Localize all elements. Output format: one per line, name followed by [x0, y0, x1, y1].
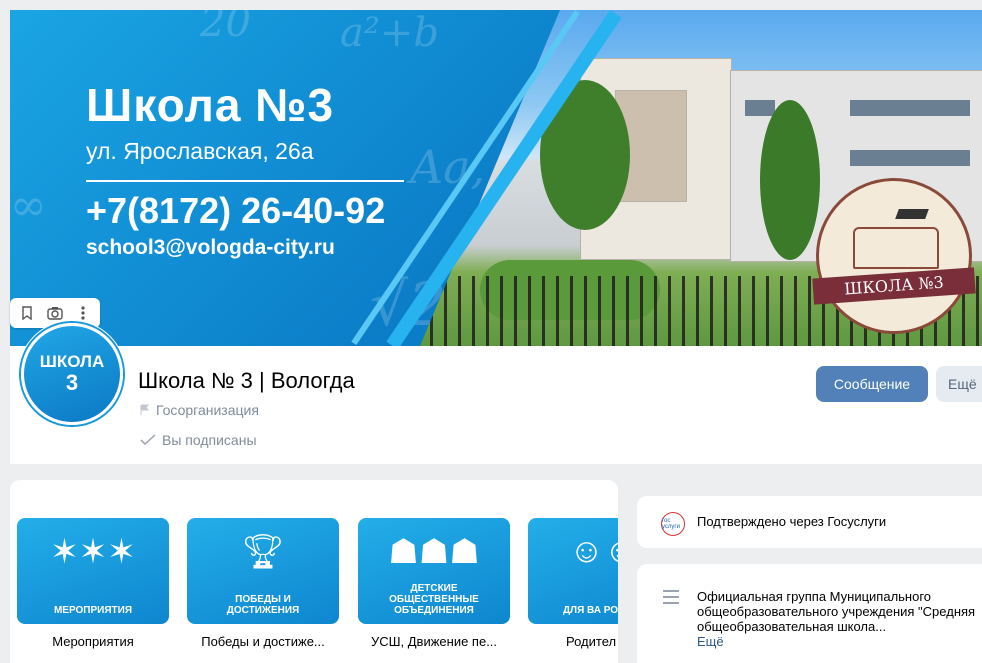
graduation-cap-icon	[895, 209, 929, 219]
trophy-icon: 🏆︎	[241, 533, 285, 571]
subscription-label: Вы подписаны	[162, 432, 257, 448]
window-row	[850, 100, 970, 116]
avatar-image: ШКОЛА 3	[21, 323, 123, 425]
avatar[interactable]: ШКОЛА 3	[18, 320, 126, 428]
book-icon	[853, 227, 939, 269]
more-button[interactable]: Ещё	[936, 366, 982, 402]
group-header: ШКОЛА 3 Школа № 3 | Вологда Госорганизац…	[10, 320, 982, 464]
section-label[interactable]: УСШ, Движение пе...	[358, 634, 510, 649]
section-tile-parents[interactable]: ☺☺ ДЛЯ ВА РОДИТЕ	[528, 518, 618, 624]
banner-address: ул. Ярославская, 26а	[86, 138, 314, 164]
tree	[760, 100, 820, 260]
doodle: ∞	[10, 180, 47, 231]
description-more-link[interactable]: Ещё	[697, 634, 724, 649]
people-icon: ☗☗☗	[388, 533, 480, 571]
gosuslugi-icon: гос услуги	[661, 512, 685, 536]
group-description: Официальная группа Муниципального общеоб…	[697, 589, 982, 649]
divider	[86, 180, 404, 182]
sections-carousel: ✶✶✶ МЕРОПРИЯТИЯ Мероприятия 🏆︎ ПОБЕДЫ И …	[10, 480, 618, 663]
subscription-status[interactable]: Вы подписаны	[140, 432, 257, 448]
verified-text: Подтверждено через Госуслуги	[697, 514, 887, 529]
window-row	[850, 150, 970, 166]
window-row	[745, 100, 775, 116]
section-tile-achievements[interactable]: 🏆︎ ПОБЕДЫ И ДОСТИЖЕНИЯ	[187, 518, 339, 624]
bookmark-icon[interactable]	[16, 302, 38, 324]
section-label[interactable]: Мероприятия	[17, 634, 169, 649]
group-name: Школа № 3 | Вологда	[138, 368, 355, 393]
fireworks-icon: ✶✶✶	[50, 533, 136, 571]
cover-banner: 20 a²+b ∞ Aa, √2 Школа №3 ул. Ярославска…	[10, 10, 982, 346]
family-icon: ☺☺	[569, 532, 618, 570]
avatar-line2: 3	[65, 370, 79, 395]
avatar-line1: ШКОЛА	[39, 352, 105, 371]
description-card: Официальная группа Муниципального общеоб…	[637, 564, 982, 663]
school-seal-logo: ШКОЛА №3	[812, 178, 976, 334]
tile-caption: МЕРОПРИЯТИЯ	[53, 605, 133, 616]
doodle: 20	[200, 10, 251, 46]
description-text: Официальная группа Муниципального общеоб…	[697, 589, 976, 634]
check-icon	[140, 434, 156, 446]
seal-ribbon: ШКОЛА №3	[812, 267, 976, 305]
text-lines-icon	[663, 590, 679, 608]
section-label[interactable]: Родител	[528, 634, 618, 649]
doodle: a²+b	[340, 10, 440, 56]
gosuslugi-verified-card[interactable]: гос услуги Подтверждено через Госуслуги	[637, 496, 982, 548]
group-type: Госорганизация	[140, 402, 259, 418]
banner-title: Школа №3	[86, 79, 335, 131]
banner-email: school3@vologda-city.ru	[86, 236, 335, 259]
message-button[interactable]: Сообщение	[816, 366, 928, 402]
section-tile-associations[interactable]: ☗☗☗ ДЕТСКИЕ ОБЩЕСТВЕННЫЕ ОБЪЕДИНЕНИЯ	[358, 518, 510, 624]
section-tile-events[interactable]: ✶✶✶ МЕРОПРИЯТИЯ	[17, 518, 169, 624]
tile-caption: ПОБЕДЫ И ДОСТИЖЕНИЯ	[226, 594, 300, 616]
flag-icon	[140, 404, 150, 415]
tile-caption: ДЕТСКИЕ ОБЩЕСТВЕННЫЕ ОБЪЕДИНЕНИЯ	[389, 583, 479, 616]
section-label[interactable]: Победы и достиже...	[187, 634, 339, 649]
group-type-label: Госорганизация	[156, 402, 259, 418]
banner-phone: +7(8172) 26-40-92	[86, 190, 386, 231]
tile-caption: ДЛЯ ВА РОДИТЕ	[562, 605, 618, 616]
